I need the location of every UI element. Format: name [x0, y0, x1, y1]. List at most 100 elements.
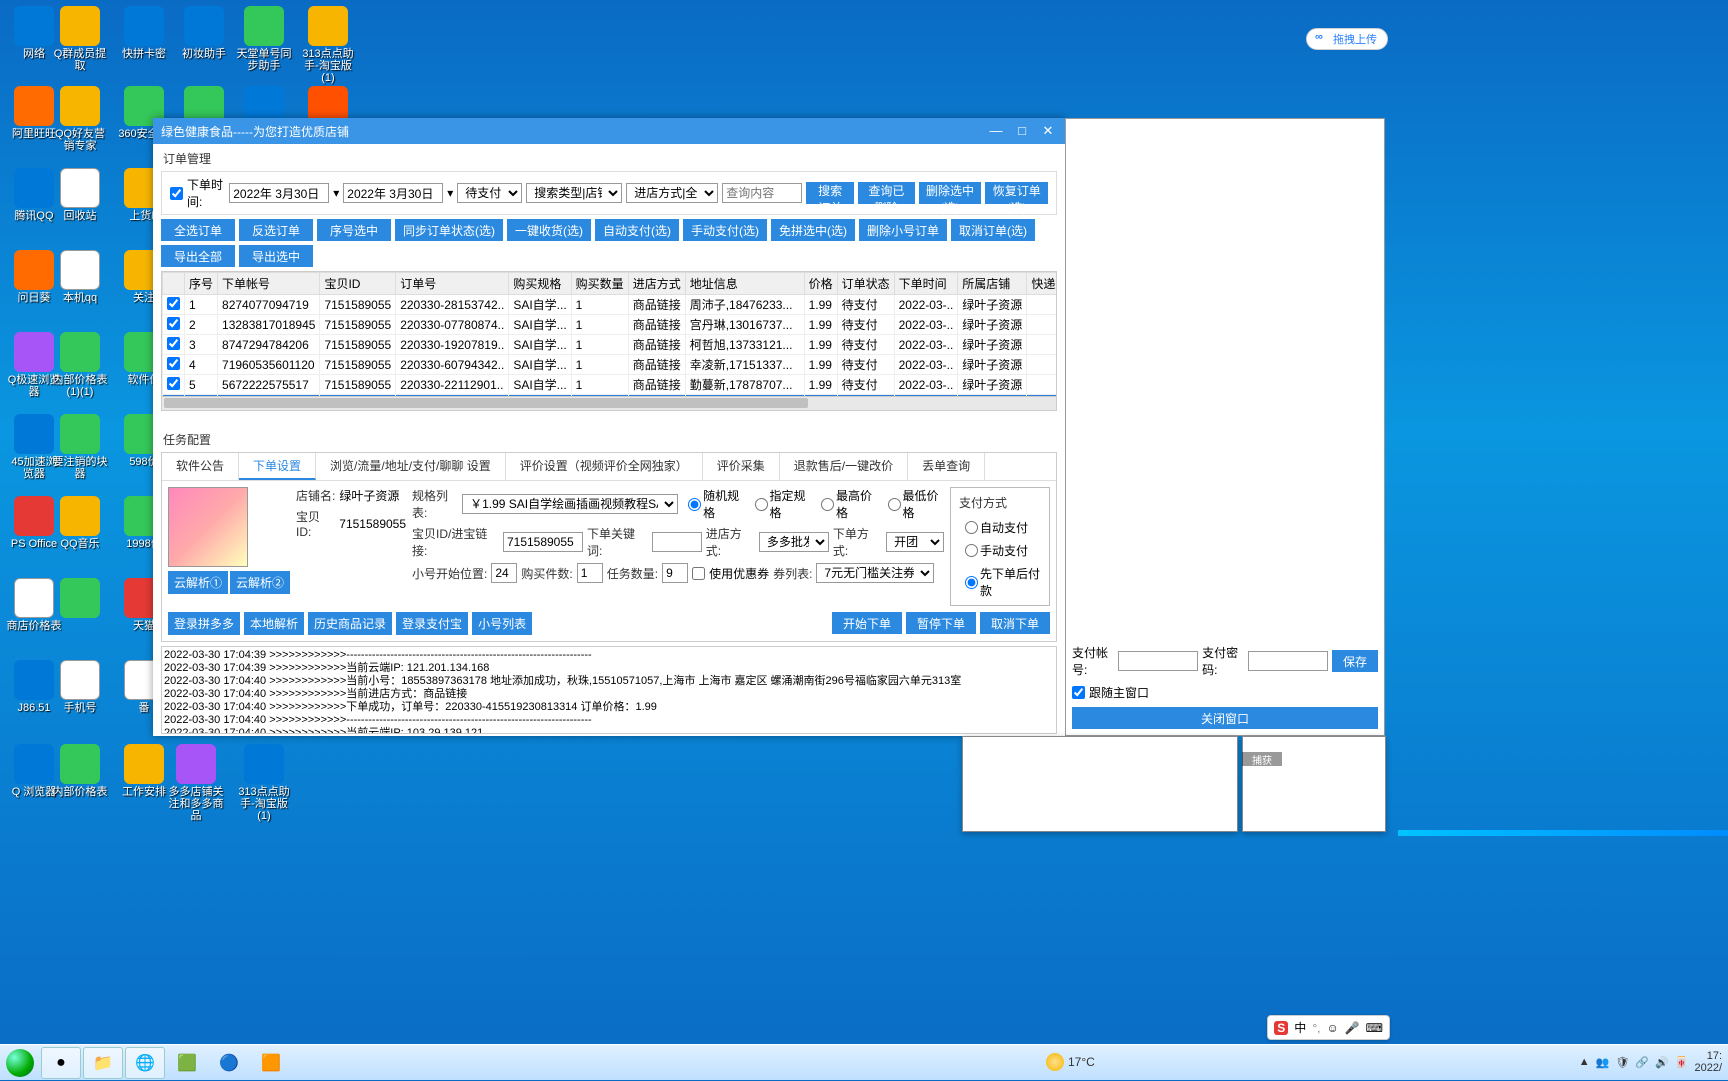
btn-start-order[interactable]: 开始下单	[832, 612, 902, 634]
desktop-icon[interactable]: 要注销的块器	[52, 414, 108, 480]
tab[interactable]: 软件公告	[162, 453, 239, 480]
btn-pause-order[interactable]: 暂停下单	[906, 612, 976, 634]
ime-toolbar[interactable]: S 中 °, ☺ 🎤 ⌨	[1267, 1015, 1390, 1040]
btn-parse1[interactable]: 云解析①	[168, 571, 228, 594]
tab[interactable]: 浏览/流量/地址/支付/聊聊 设置	[316, 453, 506, 480]
system-tray[interactable]: ▲ 👥 🛡 🔗 🔊 🀄 17:2022/	[1573, 1044, 1728, 1080]
desktop-icon[interactable]: 内部价格表(1)(1)	[52, 332, 108, 398]
action-button[interactable]: 免拼选中(选)	[771, 219, 855, 241]
taskbar-item[interactable]: 🌐	[125, 1047, 165, 1079]
table-row[interactable]: 2132838170189457151589055220330-07780874…	[163, 315, 1058, 335]
col-header[interactable]: 订单号	[396, 273, 509, 295]
taskbar-item[interactable]: ●	[41, 1047, 81, 1079]
chk-coupon[interactable]	[692, 567, 705, 580]
btn-search[interactable]: 搜索订单	[806, 182, 854, 204]
taskbar-item[interactable]: 🟧	[251, 1047, 291, 1079]
tab[interactable]: 评价采集	[703, 453, 780, 480]
float-window-2[interactable]	[1242, 736, 1386, 832]
maximize-button[interactable]: □	[1009, 121, 1035, 141]
desktop-icon[interactable]: 多多店铺关注和多多商品	[168, 744, 224, 822]
btn-parse2[interactable]: 云解析②	[230, 571, 290, 594]
col-header[interactable]: 下单时间	[894, 273, 958, 295]
btn-history[interactable]: 历史商品记录	[308, 612, 392, 635]
table-row[interactable]: 556722225755177151589055220330-22112901.…	[163, 375, 1058, 395]
query-input[interactable]	[722, 183, 802, 203]
btn-restore[interactable]: 恢复订单(选)	[985, 182, 1048, 204]
action-button[interactable]: 全选订单	[161, 219, 235, 241]
tab[interactable]: 下单设置	[239, 453, 316, 480]
inp-pay-acct[interactable]	[1118, 651, 1198, 671]
action-button[interactable]: 一键收货(选)	[507, 219, 591, 241]
desktop-icon[interactable]: 本机qq	[52, 250, 108, 304]
btn-save-pay[interactable]: 保存	[1332, 650, 1378, 672]
grid-hscroll[interactable]	[161, 397, 1057, 411]
tray-lang-icon[interactable]: 🀄	[1675, 1056, 1689, 1069]
action-button[interactable]: 自动支付(选)	[595, 219, 679, 241]
r-pay-manual[interactable]	[965, 544, 978, 557]
tray-up-icon[interactable]: ▲	[1579, 1056, 1590, 1068]
tray-clock[interactable]: 17:2022/	[1694, 1050, 1722, 1074]
sel-status[interactable]: 待支付	[457, 183, 522, 203]
col-header[interactable]: 价格	[804, 273, 837, 295]
sel-entry-mode[interactable]: 进店方式|全部	[626, 183, 718, 203]
col-header[interactable]: 地址信息	[685, 273, 804, 295]
desktop-icon[interactable]: Q群成员提取	[52, 6, 108, 72]
row-chk[interactable]	[167, 337, 180, 350]
weather-widget[interactable]: 17°C	[1046, 1044, 1095, 1080]
desktop-icon[interactable]: QQ好友营销专家	[52, 86, 108, 152]
order-grid[interactable]: 序号下单帐号宝贝ID订单号购买规格购买数量进店方式地址信息价格订单状态下单时间所…	[161, 271, 1057, 397]
taskbar-item[interactable]: 📁	[83, 1047, 123, 1079]
taskbar-item[interactable]: 🔵	[209, 1047, 249, 1079]
upload-pill[interactable]: 拖拽上传	[1306, 28, 1388, 50]
tab[interactable]: 退款售后/一键改价	[780, 453, 908, 480]
ime-lang[interactable]: 中	[1294, 1019, 1306, 1036]
table-row[interactable]: 387472947842067151589055220330-19207819.…	[163, 335, 1058, 355]
desktop-icon[interactable]: 天堂单号同步助手	[236, 6, 292, 72]
btn-alt-list[interactable]: 小号列表	[472, 612, 532, 635]
date-to[interactable]	[343, 183, 443, 203]
col-header[interactable]: 下单帐号	[218, 273, 320, 295]
r-pay-later[interactable]	[965, 576, 978, 589]
col-header[interactable]: 序号	[185, 273, 218, 295]
titlebar[interactable]: 绿色健康食品-----为您打造优质店铺 — □ ✕	[153, 118, 1065, 144]
sel-spec[interactable]: ￥1.99 SAI自学绘画插画视频教程SAI画笔233款:	[462, 494, 678, 514]
desktop-icon[interactable]: 313点点助手-淘宝版 (1)	[236, 744, 292, 822]
desktop-icon[interactable]: 工作安排	[116, 744, 172, 798]
action-button[interactable]: 导出选中	[239, 245, 313, 267]
tab[interactable]: 丢单查询	[908, 453, 985, 480]
col-header[interactable]: 宝贝ID	[320, 273, 396, 295]
chk-follow-main[interactable]	[1072, 686, 1085, 699]
col-header[interactable]: 订单状态	[837, 273, 894, 295]
date-from[interactable]	[229, 183, 329, 203]
inp-keyword[interactable]	[652, 532, 702, 552]
row-chk[interactable]	[167, 377, 180, 390]
ime-emoji-icon[interactable]: ☺	[1326, 1021, 1338, 1035]
sel-coupon[interactable]: 7元无门槛关注券	[816, 563, 934, 583]
btn-login-zfb[interactable]: 登录支付宝	[396, 612, 468, 635]
taskbar[interactable]: ●📁🌐🟩🔵🟧	[0, 1044, 1728, 1080]
col-header[interactable]: 快递公司	[1027, 273, 1057, 295]
btn-local-parse[interactable]: 本地解析	[244, 612, 304, 635]
desktop-icon[interactable]: 回收站	[52, 168, 108, 222]
inp-buy[interactable]	[577, 563, 603, 583]
btn-cancel-order[interactable]: 取消下单	[980, 612, 1050, 634]
action-button[interactable]: 反选订单	[239, 219, 313, 241]
col-header[interactable]: 进店方式	[628, 273, 685, 295]
r-fixed[interactable]	[755, 498, 768, 511]
desktop-icon[interactable]: 313点点助手-淘宝版 (1)	[300, 6, 356, 84]
action-button[interactable]: 取消订单(选)	[951, 219, 1035, 241]
chk-order-time[interactable]	[170, 187, 183, 200]
sel-order-mode[interactable]: 开团	[886, 532, 944, 552]
desktop-icon[interactable]: 快拼卡密	[116, 6, 172, 60]
close-button[interactable]: ✕	[1035, 121, 1061, 141]
tab[interactable]: 评价设置（视频评价全网独家）	[506, 453, 703, 480]
ime-kb-icon[interactable]: ⌨	[1366, 1021, 1383, 1035]
btn-query-deleted[interactable]: 查询已删除	[858, 182, 915, 204]
action-button[interactable]: 序号选中	[317, 219, 391, 241]
col-header[interactable]: 购买数量	[571, 273, 628, 295]
table-row[interactable]: 182740770947197151589055220330-28153742.…	[163, 295, 1058, 315]
desktop-icon[interactable]	[52, 578, 108, 620]
log-panel[interactable]: 2022-03-30 17:04:39 >>>>>>>>>>>>--------…	[161, 646, 1057, 734]
row-chk[interactable]	[167, 297, 180, 310]
action-button[interactable]: 删除小号订单	[859, 219, 947, 241]
